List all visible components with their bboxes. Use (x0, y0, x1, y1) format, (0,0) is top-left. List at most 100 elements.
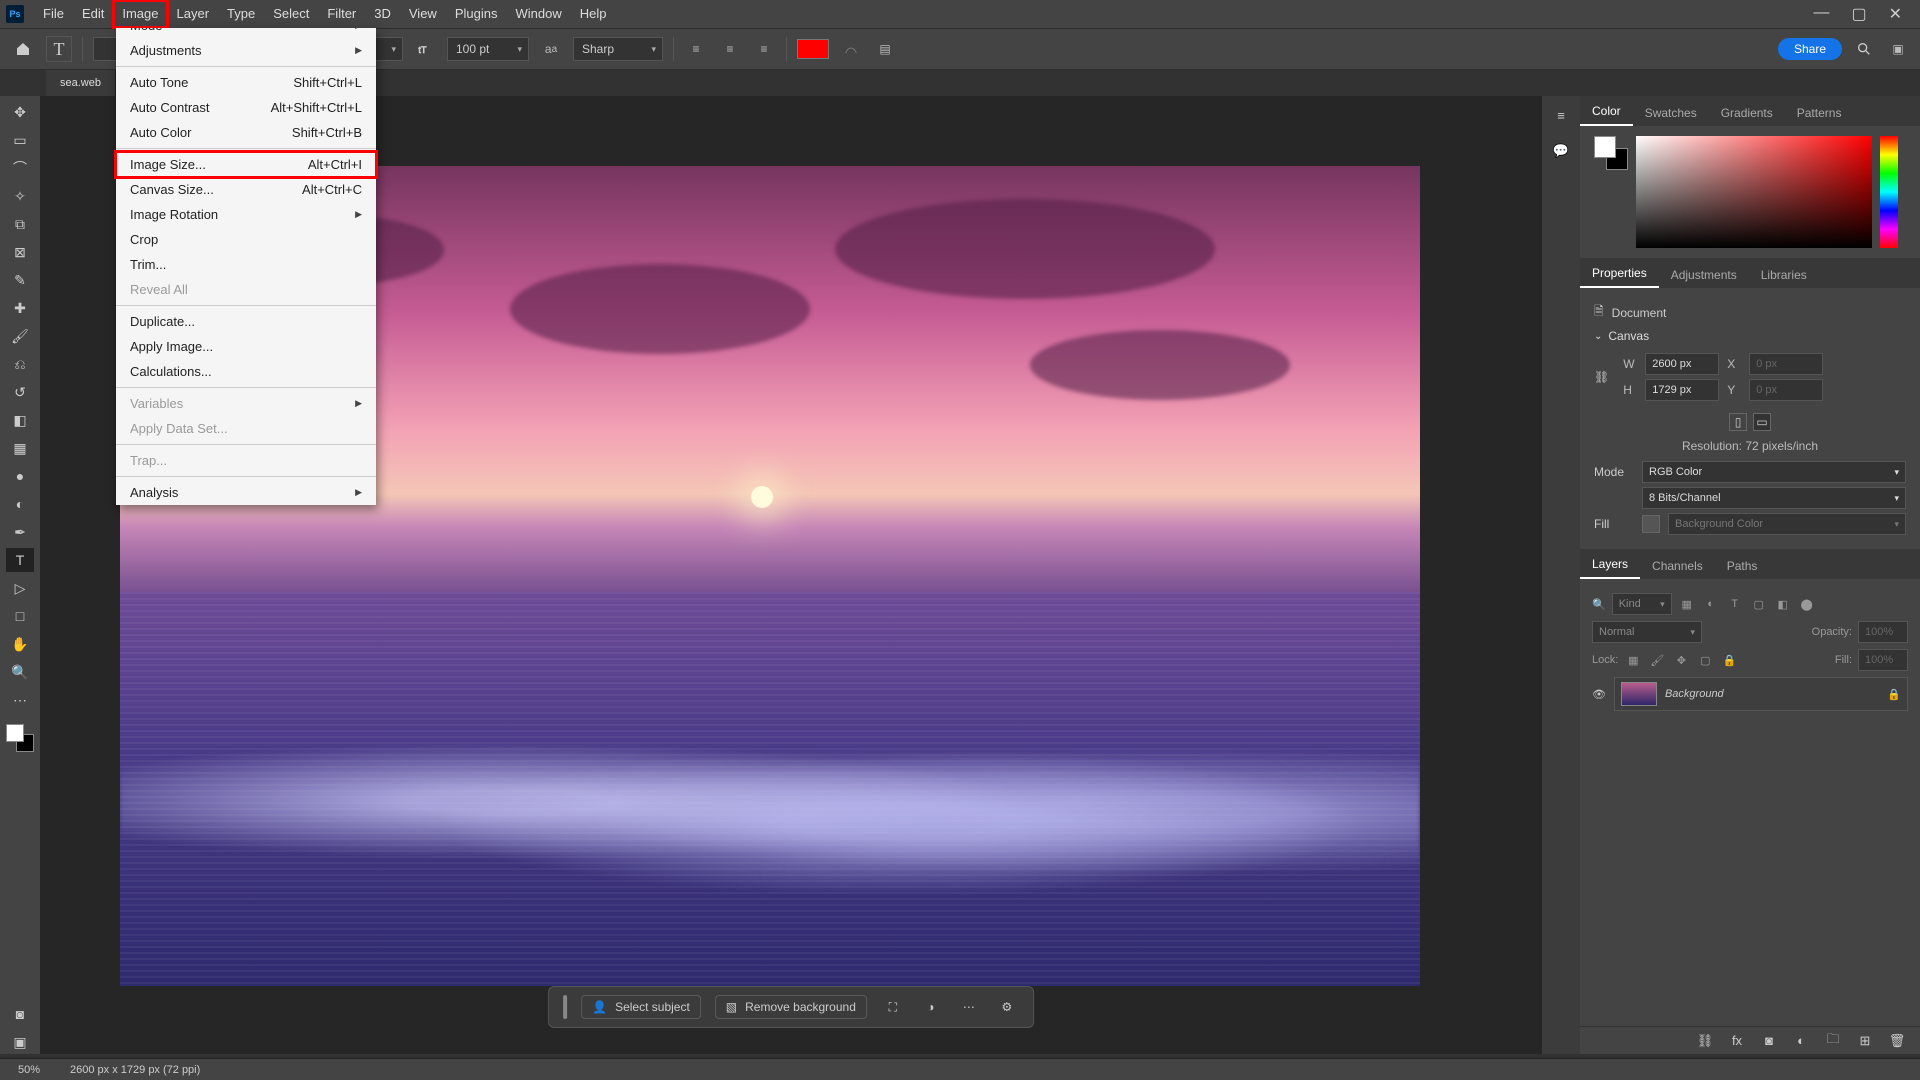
gradient-tool-icon[interactable]: ▦ (6, 436, 34, 460)
chevron-down-icon[interactable]: ⌄ (1594, 331, 1602, 342)
layer-fill-input[interactable]: 100% (1858, 649, 1908, 671)
align-center-icon[interactable]: ≡ (718, 37, 742, 61)
menu-window[interactable]: Window (506, 0, 570, 28)
menu-plugins[interactable]: Plugins (446, 0, 507, 28)
remove-background-button[interactable]: ▧ Remove background (715, 995, 867, 1019)
filter-adjust-icon[interactable]: ◐ (1702, 595, 1720, 613)
adjustment-layer-icon[interactable]: ◐ (1792, 1032, 1810, 1050)
workspace-icon[interactable]: ▣ (1886, 37, 1910, 61)
brush-tool-icon[interactable]: 🖌 (6, 324, 34, 348)
image-menu-apply-image[interactable]: Apply Image... (116, 334, 376, 359)
menu-filter[interactable]: Filter (318, 0, 365, 28)
image-menu-auto-color[interactable]: Auto ColorShift+Ctrl+B (116, 120, 376, 145)
marquee-tool-icon[interactable]: ▭ (6, 128, 34, 152)
delete-layer-icon[interactable]: 🗑 (1888, 1032, 1906, 1050)
filter-smart-icon[interactable]: ◧ (1774, 595, 1792, 613)
blend-mode-select[interactable]: Normal (1592, 621, 1702, 643)
fill-select[interactable]: Background Color (1668, 513, 1906, 535)
filter-toggle-icon[interactable]: ⬤ (1798, 595, 1816, 613)
screenmode-icon[interactable]: ▣ (6, 1030, 34, 1054)
image-menu-analysis[interactable]: Analysis (116, 480, 376, 505)
drag-handle-icon[interactable] (563, 995, 567, 1019)
path-select-icon[interactable]: ▷ (6, 576, 34, 600)
tab-gradients[interactable]: Gradients (1709, 100, 1785, 126)
transform-icon[interactable]: ⛶ (881, 995, 905, 1019)
dodge-tool-icon[interactable]: ◐ (6, 492, 34, 516)
menu-view[interactable]: View (400, 0, 446, 28)
image-menu-canvas-size[interactable]: Canvas Size...Alt+Ctrl+C (116, 177, 376, 202)
hue-slider[interactable] (1880, 136, 1898, 248)
lock-all-icon[interactable]: 🔒 (1720, 651, 1738, 669)
antialias-select[interactable]: Sharp (573, 37, 663, 61)
x-input[interactable]: 0 px (1749, 353, 1823, 375)
settings-icon[interactable]: ⚙ (995, 995, 1019, 1019)
type-tool-icon[interactable]: T (6, 548, 34, 572)
text-color-swatch[interactable] (797, 39, 829, 59)
home-icon[interactable] (10, 36, 36, 62)
filter-pixel-icon[interactable]: ▦ (1678, 595, 1696, 613)
menu-help[interactable]: Help (571, 0, 616, 28)
font-size-select[interactable]: 100 pt (447, 37, 529, 61)
lock-position-icon[interactable]: ✥ (1672, 651, 1690, 669)
tab-layers[interactable]: Layers (1580, 551, 1640, 579)
image-menu-mode[interactable]: Mode (116, 28, 376, 38)
layer-filter-select[interactable]: Kind (1612, 593, 1672, 615)
fx-icon[interactable]: fx (1728, 1032, 1746, 1050)
history-brush-icon[interactable]: ↺ (6, 380, 34, 404)
link-dims-icon[interactable]: ⛓ (1594, 370, 1609, 384)
color-mode-select[interactable]: RGB Color (1642, 461, 1906, 483)
select-subject-button[interactable]: 👤 Select subject (581, 995, 701, 1019)
eyedropper-tool-icon[interactable]: ✎ (6, 268, 34, 292)
minimize-icon[interactable]: — (1813, 4, 1829, 24)
comments-panel-icon[interactable]: 💬 (1550, 140, 1572, 162)
menu-image[interactable]: Image (113, 0, 167, 28)
height-input[interactable]: 1729 px (1645, 379, 1719, 401)
search-icon[interactable] (1852, 37, 1876, 61)
bit-depth-select[interactable]: 8 Bits/Channel (1642, 487, 1906, 509)
layer-row-background[interactable]: Background 🔒 (1614, 677, 1908, 711)
tab-adjustments[interactable]: Adjustments (1659, 262, 1749, 288)
tab-patterns[interactable]: Patterns (1785, 100, 1854, 126)
opacity-input[interactable]: 100% (1858, 621, 1908, 643)
layer-locked-icon[interactable]: 🔒 (1887, 688, 1901, 701)
eraser-tool-icon[interactable]: ◧ (6, 408, 34, 432)
image-menu-duplicate[interactable]: Duplicate... (116, 309, 376, 334)
active-tool-type-icon[interactable]: T (46, 36, 72, 62)
menu-edit[interactable]: Edit (73, 0, 113, 28)
new-layer-icon[interactable]: ⊞ (1856, 1032, 1874, 1050)
orientation-landscape-icon[interactable]: ▭ (1753, 413, 1771, 431)
image-menu-image-rotation[interactable]: Image Rotation (116, 202, 376, 227)
shape-tool-icon[interactable]: □ (6, 604, 34, 628)
lock-artboard-icon[interactable]: ▢ (1696, 651, 1714, 669)
filter-search-icon[interactable]: 🔍 (1592, 598, 1606, 611)
layer-thumbnail[interactable] (1621, 682, 1657, 706)
color-fg-bg[interactable] (1594, 136, 1628, 170)
tab-properties[interactable]: Properties (1580, 260, 1659, 288)
menu-select[interactable]: Select (264, 0, 318, 28)
image-menu-crop[interactable]: Crop (116, 227, 376, 252)
menu-file[interactable]: File (34, 0, 73, 28)
group-icon[interactable]: 🗀 (1824, 1032, 1842, 1050)
tab-color[interactable]: Color (1580, 98, 1633, 126)
tab-libraries[interactable]: Libraries (1749, 262, 1819, 288)
wand-tool-icon[interactable]: ✧ (6, 184, 34, 208)
document-tab[interactable]: sea.web (46, 70, 116, 96)
healing-tool-icon[interactable]: ✚ (6, 296, 34, 320)
hand-tool-icon[interactable]: ✋ (6, 632, 34, 656)
move-tool-icon[interactable]: ✥ (6, 100, 34, 124)
menu-layer[interactable]: Layer (168, 0, 219, 28)
share-button[interactable]: Share (1778, 38, 1842, 60)
filter-shape-icon[interactable]: ▢ (1750, 595, 1768, 613)
fill-swatch[interactable] (1642, 515, 1660, 533)
mask-icon[interactable]: ◙ (1760, 1032, 1778, 1050)
zoom-level[interactable]: 50% (18, 1064, 40, 1076)
width-input[interactable]: 2600 px (1645, 353, 1719, 375)
crop-tool-icon[interactable]: ⧉ (6, 212, 34, 236)
tab-swatches[interactable]: Swatches (1633, 100, 1709, 126)
link-layers-icon[interactable]: ⛓ (1696, 1032, 1714, 1050)
paragraph-panel-icon[interactable]: ▤ (873, 37, 897, 61)
y-input[interactable]: 0 px (1749, 379, 1823, 401)
menu-3d[interactable]: 3D (365, 0, 400, 28)
menu-type[interactable]: Type (218, 0, 264, 28)
pen-tool-icon[interactable]: ✒ (6, 520, 34, 544)
